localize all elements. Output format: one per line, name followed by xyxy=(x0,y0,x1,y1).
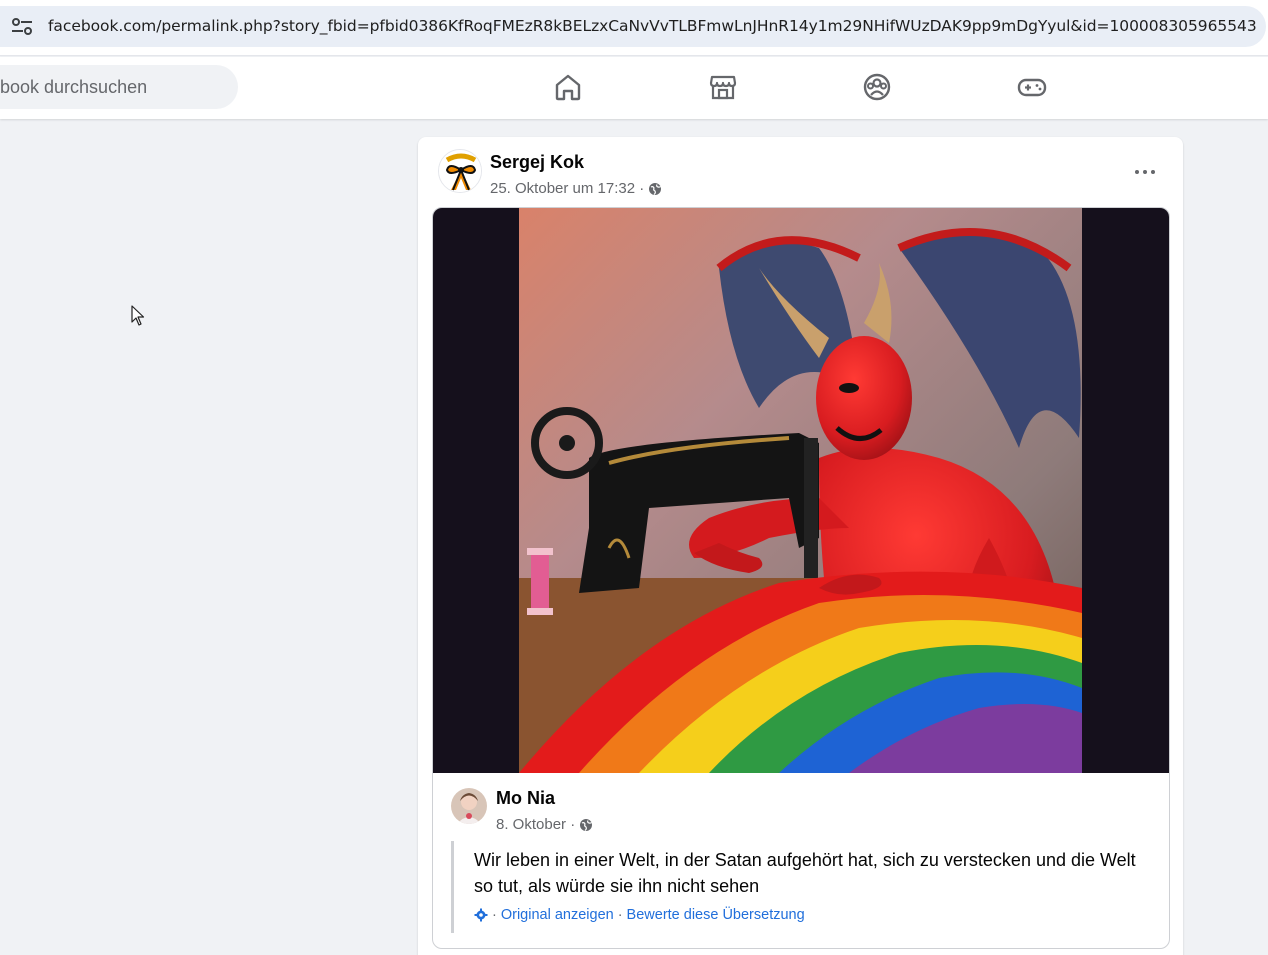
browser-toolbar: facebook.com/permalink.php?story_fbid=pf… xyxy=(0,0,1268,56)
post-card: Sergej Kok 25. Oktober um 17:32 · Mo Nia… xyxy=(418,137,1183,955)
gear-icon xyxy=(474,908,488,922)
search-placeholder: book durchsuchen xyxy=(0,77,148,97)
author-avatar[interactable] xyxy=(438,149,482,193)
dot xyxy=(1143,170,1147,174)
shared-post[interactable]: Mo Nia 8. Oktober · Wir leben in einer W… xyxy=(432,207,1170,949)
translated-quote: Wir leben in einer Welt, in der Satan au… xyxy=(451,841,1151,933)
globe-icon xyxy=(580,818,593,831)
globe-icon xyxy=(649,182,662,195)
devil-sewing-rainbow-flag-image xyxy=(519,208,1082,773)
ribbon-logo-icon xyxy=(439,150,481,192)
dot xyxy=(1135,170,1139,174)
dot xyxy=(1151,170,1155,174)
more-options-button[interactable] xyxy=(1123,157,1167,187)
groups-icon[interactable] xyxy=(861,71,893,103)
post-image[interactable] xyxy=(433,208,1169,773)
shared-meta: 8. Oktober · xyxy=(496,816,593,833)
post-meta: 25. Oktober um 17:32 · xyxy=(490,180,662,197)
post-timestamp[interactable]: 25. Oktober um 17:32 · xyxy=(490,180,644,197)
search-input[interactable]: book durchsuchen xyxy=(0,65,238,109)
post-author[interactable]: Sergej Kok xyxy=(490,152,584,173)
facebook-top-nav: book durchsuchen xyxy=(0,57,1268,119)
shared-post-text: Wir leben in einer Welt, in der Satan au… xyxy=(474,850,1136,896)
url-text[interactable]: facebook.com/permalink.php?story_fbid=pf… xyxy=(48,17,1257,35)
shared-author[interactable]: Mo Nia xyxy=(496,788,555,809)
shared-timestamp[interactable]: 8. Oktober · xyxy=(496,816,575,833)
separator: · xyxy=(492,907,497,923)
address-bar[interactable]: facebook.com/permalink.php?story_fbid=pf… xyxy=(0,6,1266,47)
marketplace-icon[interactable] xyxy=(707,71,739,103)
shared-author-avatar[interactable] xyxy=(451,788,487,824)
site-info-icon[interactable] xyxy=(10,17,34,37)
translation-links: · Original anzeigen · Bewerte diese Über… xyxy=(474,907,1151,923)
separator: · xyxy=(617,907,623,923)
home-icon[interactable] xyxy=(552,71,584,103)
show-original-link[interactable]: Original anzeigen xyxy=(501,907,614,923)
rate-translation-link[interactable]: Bewerte diese Übersetzung xyxy=(627,907,805,923)
profile-photo-icon xyxy=(451,788,487,824)
gaming-icon[interactable] xyxy=(1016,71,1048,103)
mouse-cursor-icon xyxy=(131,305,145,326)
